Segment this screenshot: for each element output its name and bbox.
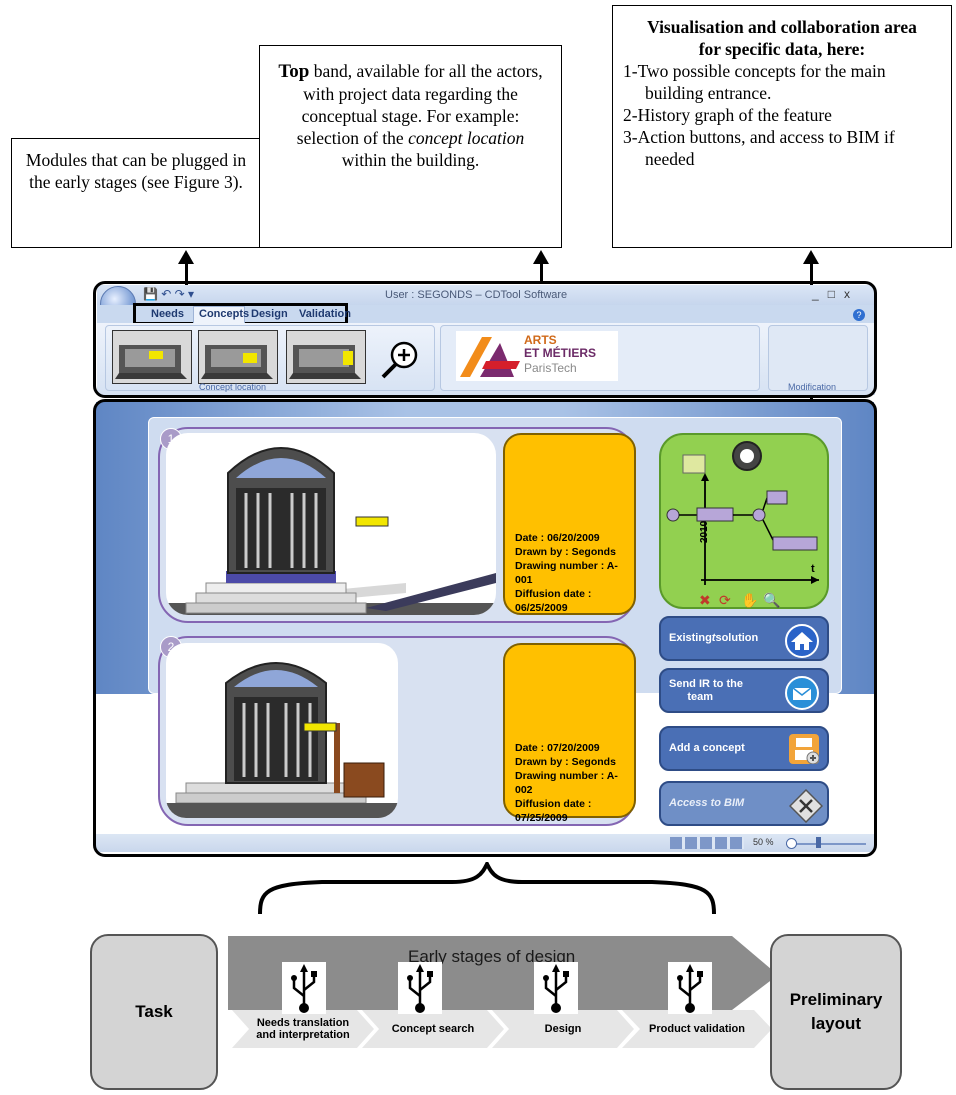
usb-icon: [668, 962, 712, 1014]
task-label: Task: [135, 1002, 173, 1021]
preliminary-layout-box: Preliminary layout: [770, 934, 902, 1090]
stage-design: Design: [492, 1010, 634, 1048]
callout-modules-text: Modules that can be plugged in the early…: [25, 150, 247, 192]
callout-top-band-lead: Top: [278, 61, 310, 82]
callout-visualisation: Visualisation and collaboration area for…: [612, 5, 952, 248]
curly-brace: [258, 862, 716, 915]
task-box: Task: [90, 934, 218, 1090]
stage-needs-label: Needs translation and interpretation: [256, 1017, 350, 1041]
stage-design-label: Design: [544, 1023, 582, 1035]
preliminary-layout-label: Preliminary layout: [789, 990, 883, 1033]
callout-top-band: Top band, available for all the actors, …: [259, 45, 562, 248]
callout-modules: Modules that can be plugged in the early…: [11, 138, 261, 248]
stage-concept-search-label: Concept search: [391, 1023, 475, 1035]
arrow-visualisation-head: [803, 250, 819, 264]
usb-icon: [534, 962, 578, 1014]
callout-top-band-em: concept location: [408, 128, 525, 148]
usb-icon: [398, 962, 442, 1014]
stage-needs: Needs translation and interpretation: [232, 1010, 374, 1048]
callout-visualisation-item-2: 2-History graph of the feature: [623, 105, 832, 125]
visualisation-area-frame: [93, 399, 877, 857]
arrow-modules-head: [178, 250, 194, 264]
callout-visualisation-item-3: 3-Action buttons, and access to BIM if n…: [623, 127, 895, 169]
stage-product-validation: Product validation: [622, 1010, 772, 1048]
callout-top-band-text-b: within the building.: [341, 150, 480, 170]
stage-concept-search: Concept search: [362, 1010, 504, 1048]
usb-icon: [282, 962, 326, 1014]
top-band-frame: [93, 281, 877, 398]
callout-visualisation-title: Visualisation and collaboration area for…: [647, 17, 917, 59]
stage-product-validation-label: Product validation: [649, 1023, 745, 1035]
arrow-top-band-head: [533, 250, 549, 264]
callout-visualisation-item-1: 1-Two possible concepts for the main bui…: [623, 61, 886, 103]
